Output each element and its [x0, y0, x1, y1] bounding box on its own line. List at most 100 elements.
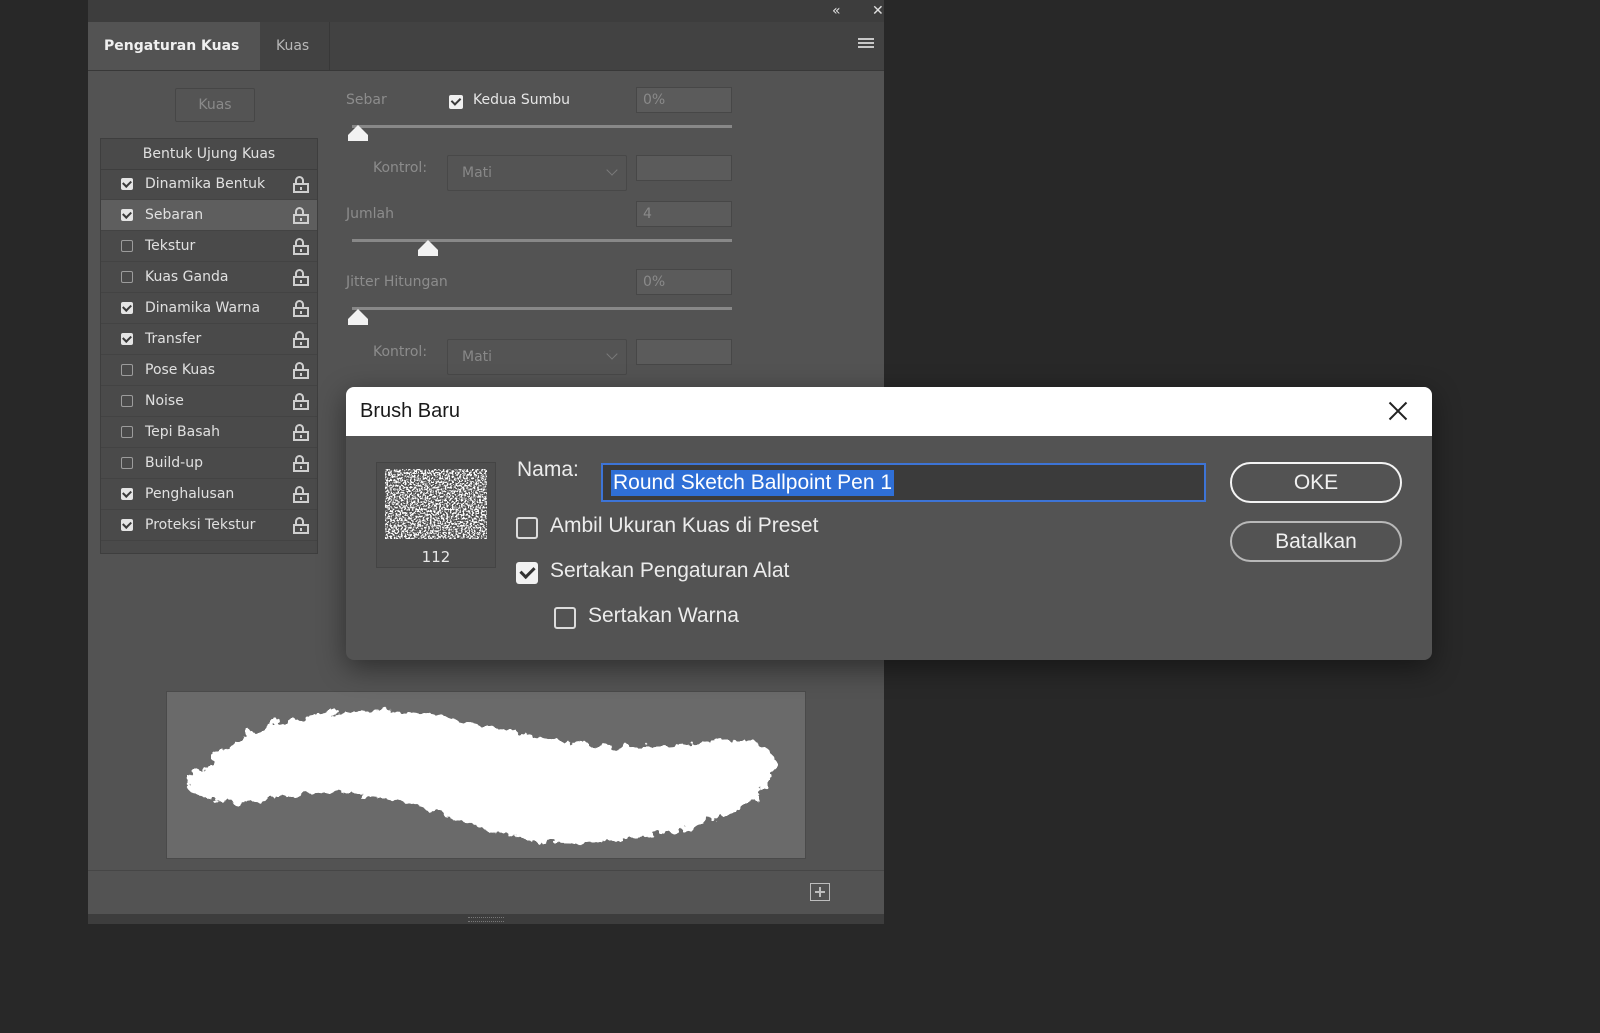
tab-brushes[interactable]: Kuas — [260, 22, 330, 70]
scatter-label: Sebar — [346, 92, 387, 108]
count-label: Jumlah — [346, 206, 394, 222]
brush-option-checkbox[interactable] — [121, 302, 133, 314]
lock-icon[interactable] — [293, 362, 309, 379]
cancel-button[interactable]: Batalkan — [1230, 521, 1402, 562]
lock-icon[interactable] — [293, 207, 309, 224]
brush-option-label: Dinamika Warna — [145, 300, 261, 316]
count-jitter-value-field[interactable]: 0% — [636, 269, 732, 295]
scatter-slider-track[interactable] — [352, 125, 732, 128]
brush-name-selected-text: Round Sketch Ballpoint Pen 1 — [611, 470, 895, 496]
brush-options-list: Bentuk Ujung Kuas Dinamika Bentuk Sebaran… — [100, 138, 318, 554]
brush-stroke-preview — [166, 691, 806, 859]
panel-top-strip: « ✕ — [88, 0, 884, 22]
brush-option-item[interactable]: Tekstur — [101, 231, 317, 262]
brush-option-label: Pose Kuas — [145, 362, 216, 378]
panel-menu-icon[interactable] — [858, 38, 874, 50]
brush-option-item[interactable]: Proteksi Tekstur — [101, 510, 317, 541]
scatter-control-value: Mati — [462, 165, 493, 181]
brush-size-label: 112 — [421, 548, 451, 566]
brush-option-label: Transfer — [145, 331, 202, 347]
new-brush-dialog: Brush Baru 112 Nama: Round Sketch Ballpo… — [346, 387, 1432, 660]
brush-stroke-graphic — [185, 710, 776, 844]
brush-option-checkbox[interactable] — [121, 178, 133, 190]
brush-option-checkbox[interactable] — [121, 333, 133, 345]
lock-icon[interactable] — [293, 517, 309, 534]
brush-option-label: Tekstur — [145, 238, 196, 254]
scatter-value-field[interactable]: 0% — [636, 87, 732, 113]
brush-name-input[interactable]: Round Sketch Ballpoint Pen 1 — [601, 463, 1206, 502]
brush-option-checkbox[interactable] — [121, 364, 133, 376]
lock-icon[interactable] — [293, 238, 309, 255]
count-jitter-control-field — [636, 339, 732, 365]
brush-option-label: Penghalusan — [145, 486, 235, 502]
scatter-control-label: Kontrol: — [373, 160, 428, 176]
include-color-checkbox[interactable] — [554, 607, 576, 629]
brush-option-label: Dinamika Bentuk — [145, 176, 266, 192]
include-tool-settings-checkbox[interactable] — [516, 562, 538, 584]
count-jitter-control-select[interactable]: Mati — [447, 339, 627, 375]
chevron-down-icon — [606, 348, 618, 360]
lock-icon[interactable] — [293, 486, 309, 503]
lock-icon[interactable] — [293, 300, 309, 317]
count-jitter-control-label: Kontrol: — [373, 344, 428, 360]
ok-button[interactable]: OKE — [1230, 462, 1402, 503]
brush-option-item[interactable]: Penghalusan — [101, 479, 317, 510]
collapse-panel-icon[interactable]: « — [832, 2, 841, 20]
brush-option-checkbox[interactable] — [121, 457, 133, 469]
panel-footer — [88, 914, 884, 924]
brush-option-checkbox[interactable] — [121, 426, 133, 438]
brush-option-label: Noise — [145, 393, 184, 409]
both-axes-label: Kedua Sumbu — [473, 92, 571, 108]
close-panel-icon[interactable]: ✕ — [872, 2, 884, 20]
brush-option-label: Build-up — [145, 455, 203, 471]
name-label: Nama: — [517, 458, 579, 481]
brush-tip-shape-item[interactable]: Bentuk Ujung Kuas — [101, 139, 317, 170]
brush-option-checkbox[interactable] — [121, 488, 133, 500]
brush-tip-preview-icon — [385, 469, 487, 539]
brush-option-label: Sebaran — [145, 207, 204, 223]
panel-bottom-bar — [88, 870, 884, 915]
count-jitter-slider-track[interactable] — [352, 307, 732, 310]
brush-option-item[interactable]: Dinamika Bentuk — [101, 169, 317, 200]
brush-option-label: Tepi Basah — [145, 424, 220, 440]
brush-option-checkbox[interactable] — [121, 209, 133, 221]
scatter-control-select[interactable]: Mati — [447, 155, 627, 191]
lock-icon[interactable] — [293, 424, 309, 441]
count-slider-track[interactable] — [352, 239, 732, 242]
brush-option-checkbox[interactable] — [121, 519, 133, 531]
count-jitter-control-value: Mati — [462, 349, 493, 365]
close-dialog-icon[interactable] — [1386, 399, 1410, 423]
both-axes-checkbox[interactable] — [449, 95, 463, 109]
brush-option-item[interactable]: Tepi Basah — [101, 417, 317, 448]
include-color-label[interactable]: Sertakan Warna — [588, 604, 739, 628]
dialog-title: Brush Baru — [360, 400, 461, 422]
lock-icon[interactable] — [293, 176, 309, 193]
brush-option-item[interactable]: Dinamika Warna — [101, 293, 317, 324]
brush-option-item[interactable]: Pose Kuas — [101, 355, 317, 386]
lock-icon[interactable] — [293, 393, 309, 410]
brush-option-checkbox[interactable] — [121, 395, 133, 407]
brush-thumbnail: 112 — [376, 462, 496, 568]
brush-option-checkbox[interactable] — [121, 271, 133, 283]
count-value-field[interactable]: 4 — [636, 201, 732, 227]
tab-brush-settings[interactable]: Pengaturan Kuas — [88, 22, 260, 70]
brush-option-item[interactable]: Noise — [101, 386, 317, 417]
lock-icon[interactable] — [293, 269, 309, 286]
brush-option-item[interactable]: Sebaran — [101, 200, 317, 231]
chevron-down-icon — [606, 164, 618, 176]
brush-option-item[interactable]: Kuas Ganda — [101, 262, 317, 293]
lock-icon[interactable] — [293, 331, 309, 348]
resize-grip[interactable] — [468, 917, 504, 922]
capture-brush-size-checkbox[interactable] — [516, 517, 538, 539]
scatter-control-field — [636, 155, 732, 181]
capture-brush-size-label[interactable]: Ambil Ukuran Kuas di Preset — [550, 514, 818, 538]
brush-option-checkbox[interactable] — [121, 240, 133, 252]
create-new-brush-icon[interactable] — [810, 883, 830, 901]
brushes-button[interactable]: Kuas — [175, 88, 255, 122]
count-jitter-label: Jitter Hitungan — [346, 274, 448, 290]
lock-icon[interactable] — [293, 455, 309, 472]
panel-tab-bar: Pengaturan Kuas Kuas — [88, 22, 884, 71]
brush-option-item[interactable]: Transfer — [101, 324, 317, 355]
include-tool-settings-label[interactable]: Sertakan Pengaturan Alat — [550, 559, 789, 583]
brush-option-item[interactable]: Build-up — [101, 448, 317, 479]
